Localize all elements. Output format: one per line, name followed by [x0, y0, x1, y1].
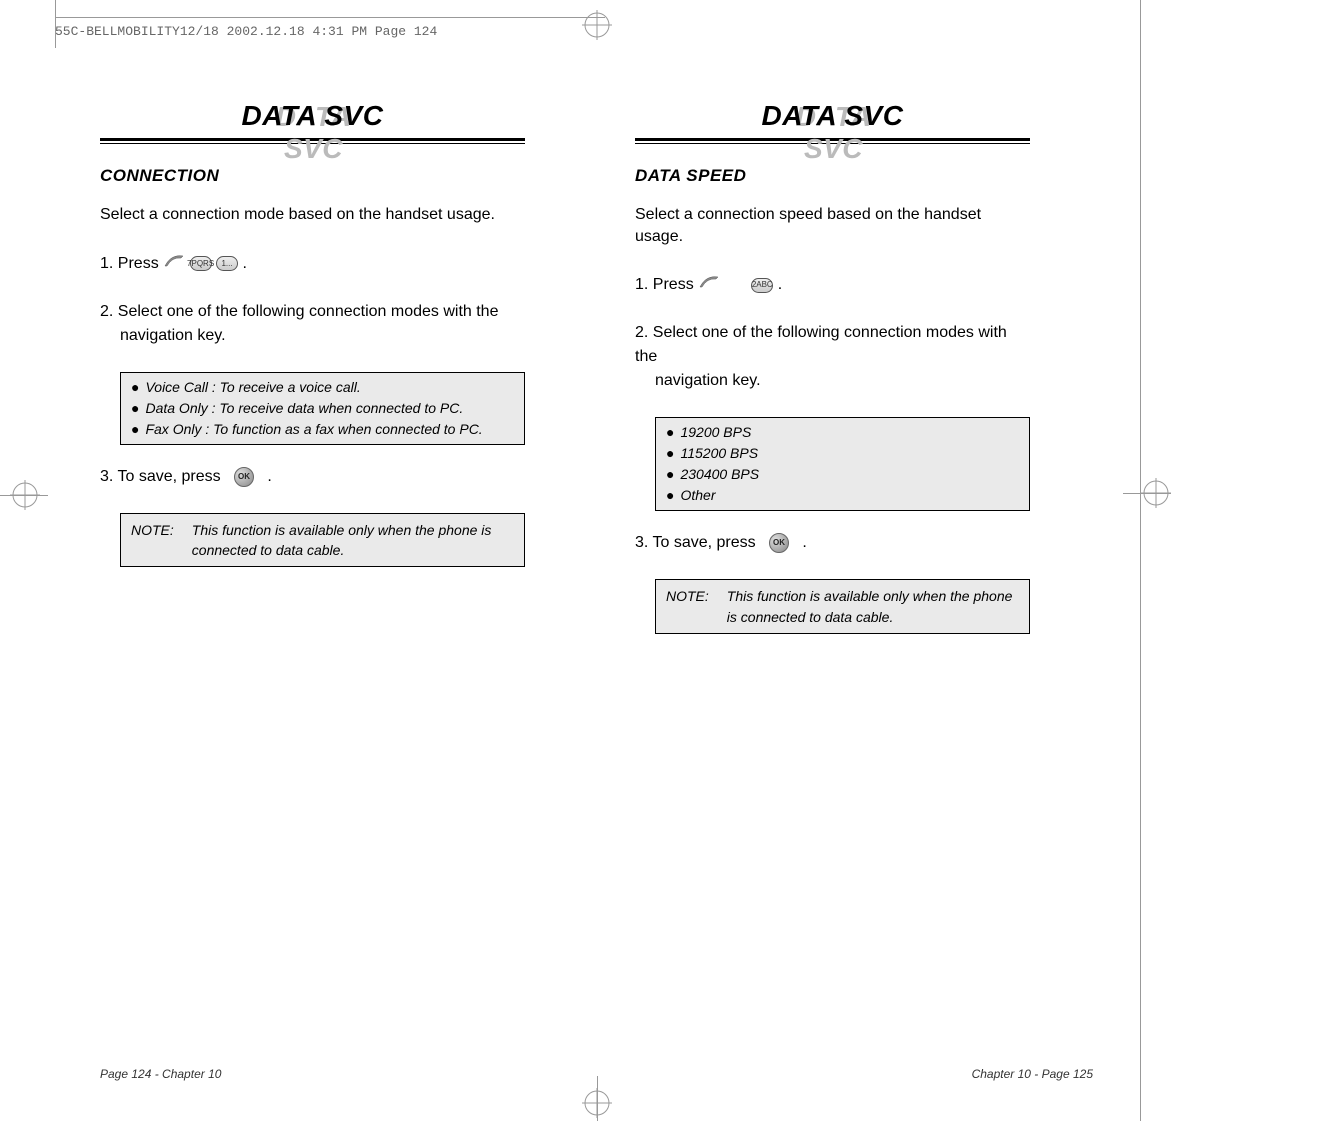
- bullet-icon: ●: [666, 422, 674, 443]
- step-1-pre: 1. Press: [100, 255, 159, 272]
- registration-mark-top: [582, 10, 612, 40]
- section-title: DATA SVC DATA SVC: [242, 100, 384, 132]
- step-2-line2: navigation key.: [635, 372, 761, 389]
- option-text: 230400 BPS: [680, 464, 759, 485]
- option-row: ● Voice Call : To receive a voice call.: [131, 377, 514, 398]
- step-1-pre: 1. Press: [635, 276, 694, 293]
- intro-text: Select a connection mode based on the ha…: [100, 204, 525, 226]
- option-text: Voice Call : To receive a voice call.: [145, 377, 360, 398]
- menu-icon: [698, 273, 720, 297]
- document-spread: DATA SVC DATA SVC CONNECTION Select a co…: [0, 80, 1323, 674]
- section-title-wrap: DATA SVC DATA SVC: [100, 100, 525, 132]
- section-title-wrap: DATA SVC DATA SVC: [635, 100, 1030, 132]
- step-3-pre: 3. To save, press: [100, 468, 221, 485]
- menu-icon: [163, 252, 185, 276]
- step-3: 3. To save, press OK .: [635, 531, 1030, 555]
- ok-button-icon: OK: [234, 467, 254, 487]
- step-3-post: .: [267, 468, 271, 485]
- option-text: Data Only : To receive data when connect…: [145, 398, 463, 419]
- step-3: 3. To save, press OK .: [100, 465, 525, 489]
- option-text: Other: [680, 485, 715, 506]
- registration-mark-bottom: [582, 1088, 612, 1118]
- section-title: DATA SVC DATA SVC: [762, 100, 904, 132]
- note-label: NOTE:: [131, 520, 174, 561]
- options-box: ● Voice Call : To receive a voice call. ●…: [120, 372, 525, 445]
- step-1: 1. Press 2ABC .: [635, 273, 1030, 297]
- bullet-icon: ●: [666, 443, 674, 464]
- option-row: ● Data Only : To receive data when connec…: [131, 398, 514, 419]
- option-row: ● 19200 BPS: [666, 422, 1019, 443]
- key-2-icon: 2ABC: [751, 278, 773, 293]
- bullet-icon: ●: [131, 377, 139, 398]
- key-7-icon: 7PQRS: [190, 256, 212, 271]
- option-text: 115200 BPS: [680, 443, 758, 464]
- page-footer-left: Page 124 - Chapter 10: [100, 1067, 221, 1081]
- note-text: This function is available only when the…: [192, 520, 514, 561]
- step-2: 2. Select one of the following connectio…: [100, 300, 525, 348]
- option-text: Fax Only : To function as a fax when con…: [145, 419, 482, 440]
- step-1: 1. Press 7PQRS 1... .: [100, 252, 525, 276]
- page-right: DATA SVC DATA SVC DATA SPEED Select a co…: [570, 80, 1130, 674]
- ok-button-icon: OK: [769, 533, 789, 553]
- option-row: ● 230400 BPS: [666, 464, 1019, 485]
- step-2-line1: 2. Select one of the following connectio…: [635, 324, 1007, 365]
- step-1-post: .: [243, 255, 247, 272]
- note-label: NOTE:: [666, 586, 709, 627]
- note-text: This function is available only when the…: [727, 586, 1019, 627]
- bullet-icon: ●: [131, 398, 139, 419]
- bullet-icon: ●: [131, 419, 139, 440]
- option-row: ● Fax Only : To function as a fax when co…: [131, 419, 514, 440]
- step-1-post: .: [778, 276, 782, 293]
- page-left: DATA SVC DATA SVC CONNECTION Select a co…: [0, 80, 570, 674]
- step-2: 2. Select one of the following connectio…: [635, 321, 1030, 393]
- section-title-text: DATA SVC: [242, 100, 384, 131]
- bullet-icon: ●: [666, 464, 674, 485]
- crop-top-hline: [55, 0, 605, 18]
- step-2-line1: 2. Select one of the following connectio…: [100, 303, 498, 320]
- options-box: ● 19200 BPS ● 115200 BPS ● 230400 BPS ● Othe…: [655, 417, 1030, 511]
- option-row: ● Other: [666, 485, 1019, 506]
- section-title-text: DATA SVC: [762, 100, 904, 131]
- option-text: 19200 BPS: [680, 422, 751, 443]
- subheading-connection: CONNECTION: [100, 166, 525, 186]
- bullet-icon: ●: [666, 485, 674, 506]
- option-row: ● 115200 BPS: [666, 443, 1019, 464]
- page-footer-right: Chapter 10 - Page 125: [972, 1067, 1093, 1081]
- step-2-line2: navigation key.: [100, 327, 226, 344]
- note-box: NOTE: This function is available only wh…: [120, 513, 525, 568]
- step-3-post: .: [802, 534, 806, 551]
- subheading-data-speed: DATA SPEED: [635, 166, 1030, 186]
- note-box: NOTE: This function is available only wh…: [655, 579, 1030, 634]
- step-3-pre: 3. To save, press: [635, 534, 756, 551]
- print-header-slug: 55C-BELLMOBILITY12/18 2002.12.18 4:31 PM…: [55, 24, 437, 39]
- key-1-icon: 1...: [216, 256, 238, 271]
- intro-text: Select a connection speed based on the h…: [635, 204, 1030, 247]
